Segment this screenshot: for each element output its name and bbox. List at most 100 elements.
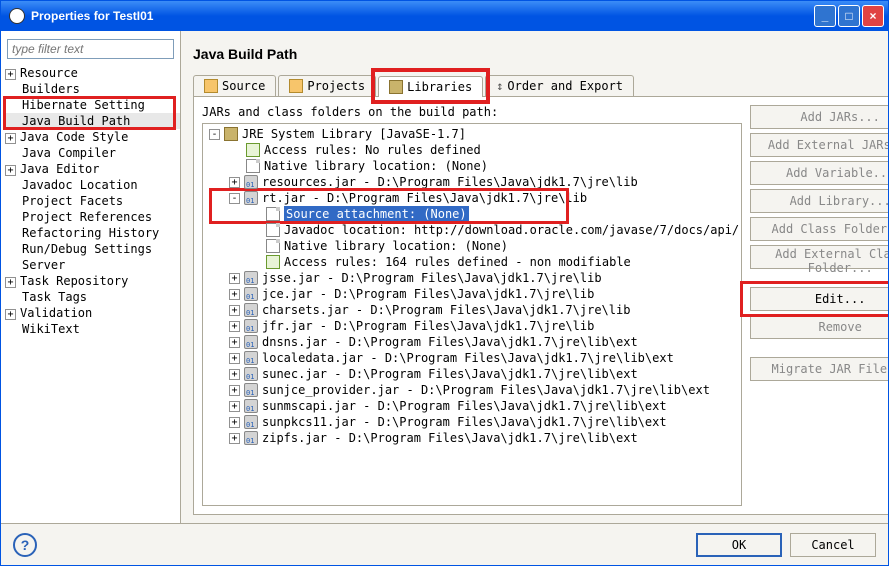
category-item[interactable]: +Java Editor bbox=[5, 161, 180, 177]
tree-label: Access rules: 164 rules defined - non mo… bbox=[284, 254, 631, 270]
expand-toggle-icon[interactable]: + bbox=[5, 69, 16, 80]
tree-row[interactable]: Native library location: (None) bbox=[205, 158, 739, 174]
expand-toggle-icon[interactable]: + bbox=[229, 273, 240, 284]
category-item[interactable]: Server bbox=[5, 257, 180, 273]
category-label: Java Compiler bbox=[22, 146, 116, 160]
category-item[interactable]: WikiText bbox=[5, 321, 180, 337]
close-button[interactable]: × bbox=[862, 5, 884, 27]
add-class-folder-button[interactable]: Add Class Folder... bbox=[750, 217, 888, 241]
category-label: Hibernate Setting bbox=[22, 98, 145, 112]
page-title: Java Build Path bbox=[193, 46, 888, 62]
category-item[interactable]: Run/Debug Settings bbox=[5, 241, 180, 257]
classpath-tree[interactable]: -JRE System Library [JavaSE-1.7]Access r… bbox=[202, 123, 742, 506]
expand-toggle-icon[interactable]: + bbox=[229, 353, 240, 364]
expand-toggle-icon[interactable]: + bbox=[229, 337, 240, 348]
tree-row[interactable]: Source attachment: (None) bbox=[205, 206, 739, 222]
tree-label: sunmscapi.jar - D:\Program Files\Java\jd… bbox=[262, 398, 667, 414]
tree-row[interactable]: + sunmscapi.jar - D:\Program Files\Java\j… bbox=[205, 398, 739, 414]
tree-row[interactable]: +charsets.jar - D:\Program Files\Java\jd… bbox=[205, 302, 739, 318]
category-item[interactable]: Java Compiler bbox=[5, 145, 180, 161]
category-item[interactable]: + Validation bbox=[5, 305, 180, 321]
maximize-button[interactable]: □ bbox=[838, 5, 860, 27]
tab-description: JARs and class folders on the build path… bbox=[202, 105, 742, 119]
tree-row[interactable]: +zipfs.jar - D:\Program Files\Java\jdk1.… bbox=[205, 430, 739, 446]
jar-icon bbox=[244, 399, 258, 413]
category-item[interactable]: Javadoc Location bbox=[5, 177, 180, 193]
dialog-footer: ? OK Cancel bbox=[1, 523, 888, 565]
tree-row[interactable]: +sunjce_provider.jar - D:\Program Files\… bbox=[205, 382, 739, 398]
tree-row[interactable]: +localedata.jar - D:\Program Files\Java\… bbox=[205, 350, 739, 366]
tree-row[interactable]: +jfr.jar - D:\Program Files\Java\jdk1.7\… bbox=[205, 318, 739, 334]
category-item[interactable]: Task Tags bbox=[5, 289, 180, 305]
expand-toggle-icon[interactable]: + bbox=[229, 417, 240, 428]
add-variable-button[interactable]: Add Variable... bbox=[750, 161, 888, 185]
tree-label: JRE System Library [JavaSE-1.7] bbox=[242, 126, 466, 142]
remove-button[interactable]: Remove bbox=[750, 315, 888, 339]
add-jars-button[interactable]: Add JARs... bbox=[750, 105, 888, 129]
jar-icon bbox=[244, 367, 258, 381]
expand-toggle-icon[interactable]: + bbox=[229, 369, 240, 380]
expand-toggle-icon[interactable]: + bbox=[229, 305, 240, 316]
tree-row[interactable]: Native library location: (None) bbox=[205, 238, 739, 254]
jar-icon bbox=[244, 431, 258, 445]
tree-row[interactable]: - JRE System Library [JavaSE-1.7] bbox=[205, 126, 739, 142]
tree-row[interactable]: +jsse.jar - D:\Program Files\Java\jdk1.7… bbox=[205, 270, 739, 286]
expand-toggle-icon[interactable]: + bbox=[229, 433, 240, 444]
add-external-jars-button[interactable]: Add External JARs... bbox=[750, 133, 888, 157]
tab-projects[interactable]: Projects bbox=[278, 75, 376, 96]
expand-toggle-icon[interactable]: + bbox=[229, 177, 240, 188]
expand-toggle-icon[interactable]: + bbox=[229, 385, 240, 396]
category-label: Validation bbox=[20, 306, 92, 320]
tab-source[interactable]: Source bbox=[193, 75, 276, 96]
expand-toggle-icon[interactable]: + bbox=[5, 309, 16, 320]
category-item[interactable]: Project References bbox=[5, 209, 180, 225]
category-item[interactable]: +Task Repository bbox=[5, 273, 180, 289]
jar-icon bbox=[244, 175, 258, 189]
button-column: Add JARs... Add External JARs... Add Var… bbox=[750, 105, 888, 506]
window-title: Properties for TestI01 bbox=[31, 9, 153, 23]
add-external-class-folder-button[interactable]: Add External Class Folder... bbox=[750, 245, 888, 269]
ok-button[interactable]: OK bbox=[696, 533, 782, 557]
category-item[interactable]: Refactoring History bbox=[5, 225, 180, 241]
tab-label: Libraries bbox=[407, 80, 472, 94]
filter-input[interactable] bbox=[7, 39, 174, 59]
minimize-button[interactable]: _ bbox=[814, 5, 836, 27]
tab-order[interactable]: ↕ Order and Export bbox=[485, 75, 634, 96]
expand-toggle-icon[interactable]: + bbox=[229, 289, 240, 300]
tree-row[interactable]: + sunec.jar - D:\Program Files\Java\jdk1.… bbox=[205, 366, 739, 382]
category-item[interactable]: Hibernate Setting bbox=[5, 97, 180, 113]
tree-row[interactable]: +jce.jar - D:\Program Files\Java\jdk1.7\… bbox=[205, 286, 739, 302]
tree-row[interactable]: +sunpkcs11.jar - D:\Program Files\Java\j… bbox=[205, 414, 739, 430]
expand-toggle-icon[interactable]: + bbox=[229, 401, 240, 412]
help-icon[interactable]: ? bbox=[13, 533, 37, 557]
expand-toggle-icon[interactable]: - bbox=[209, 129, 220, 140]
file-icon bbox=[266, 207, 280, 221]
category-item[interactable]: Java Build Path bbox=[5, 113, 180, 129]
add-library-button[interactable]: Add Library... bbox=[750, 189, 888, 213]
tree-row[interactable]: Javadoc location: http://download.oracle… bbox=[205, 222, 739, 238]
category-item[interactable]: +Resource bbox=[5, 65, 180, 81]
category-label: Run/Debug Settings bbox=[22, 242, 152, 256]
expand-toggle-icon[interactable]: - bbox=[229, 193, 240, 204]
tree-label: Source attachment: (None) bbox=[284, 206, 469, 222]
category-item[interactable]: +Java Code Style bbox=[5, 129, 180, 145]
expand-toggle-icon[interactable]: + bbox=[229, 321, 240, 332]
tree-row[interactable]: -rt.jar - D:\Program Files\Java\jdk1.7\j… bbox=[205, 190, 739, 206]
edit-button[interactable]: Edit... bbox=[750, 287, 888, 311]
tree-row[interactable]: Access rules: No rules defined bbox=[205, 142, 739, 158]
tree-row[interactable]: Access rules: 164 rules defined - non mo… bbox=[205, 254, 739, 270]
category-item[interactable]: Project Facets bbox=[5, 193, 180, 209]
tab-libraries[interactable]: Libraries bbox=[378, 76, 483, 97]
expand-toggle-icon[interactable]: + bbox=[5, 133, 16, 144]
tree-row[interactable]: +dnsns.jar - D:\Program Files\Java\jdk1.… bbox=[205, 334, 739, 350]
expand-toggle-icon[interactable]: + bbox=[5, 165, 16, 176]
file-icon bbox=[266, 239, 280, 253]
cancel-button[interactable]: Cancel bbox=[790, 533, 876, 557]
category-item[interactable]: Builders bbox=[5, 81, 180, 97]
category-tree[interactable]: +ResourceBuildersHibernate SettingJava B… bbox=[1, 65, 180, 517]
migrate-jar-button[interactable]: Migrate JAR File... bbox=[750, 357, 888, 381]
expand-toggle-icon[interactable]: + bbox=[5, 277, 16, 288]
tree-label: sunec.jar - D:\Program Files\Java\jdk1.7… bbox=[262, 366, 638, 382]
tab-label: Source bbox=[222, 79, 265, 93]
tree-row[interactable]: +resources.jar - D:\Program Files\Java\j… bbox=[205, 174, 739, 190]
